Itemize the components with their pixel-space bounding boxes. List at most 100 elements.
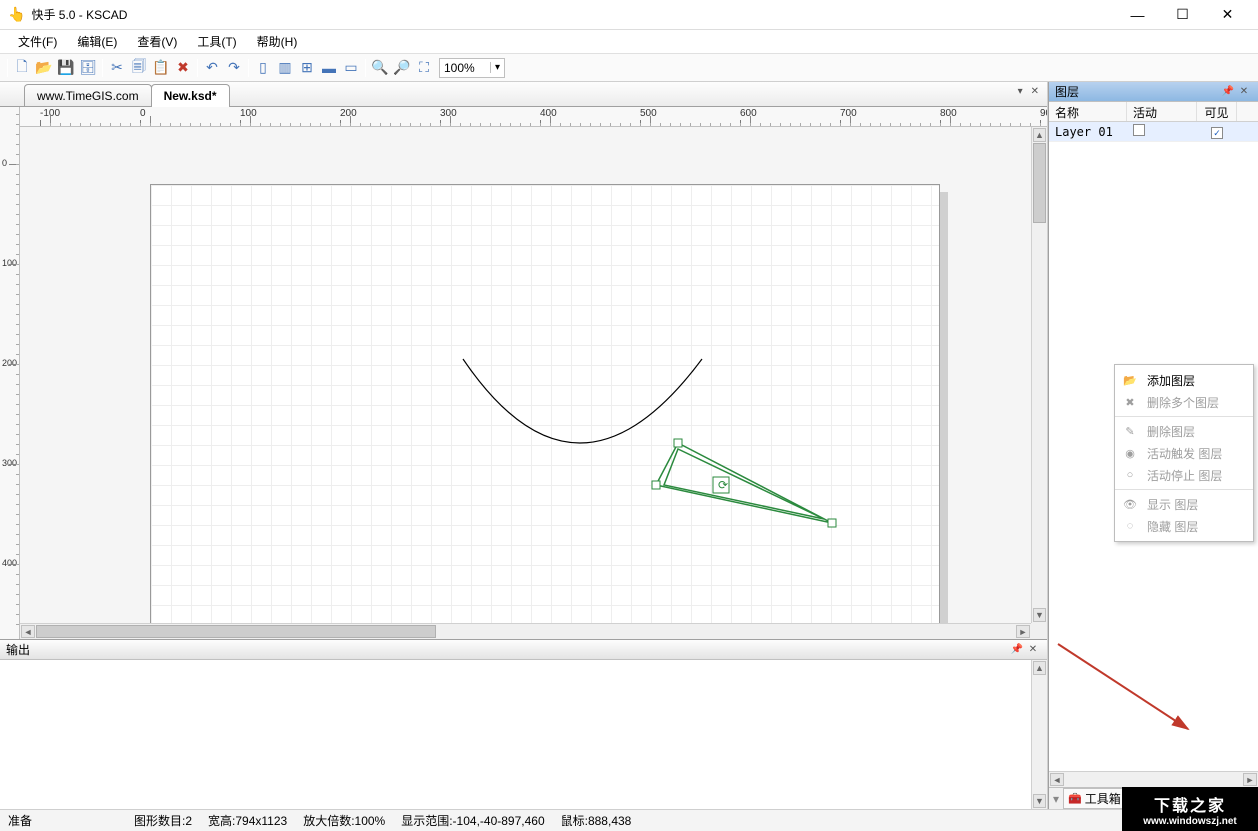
chevron-down-icon[interactable]: ▾: [490, 62, 504, 73]
zoom-input[interactable]: [440, 61, 490, 75]
layers-panel-column: 图层 📌 ✕ 名称 活动 可见 Layer 01 ✓ ◄ ► ▾ 🧰 工具箱 ⚙: [1048, 82, 1258, 809]
tab-label: www.TimeGIS.com: [37, 89, 139, 103]
cm-label: 隐藏 图层: [1147, 518, 1198, 535]
delete-layer-icon: ✎: [1123, 425, 1137, 438]
zoom-out-icon[interactable]: 🔎: [391, 57, 413, 79]
layer-name: Layer 01: [1049, 123, 1127, 141]
menu-edit[interactable]: 编辑(E): [67, 31, 127, 52]
menu-help[interactable]: 帮助(H): [247, 31, 308, 52]
save-all-icon[interactable]: 🗄: [77, 57, 99, 79]
status-bar: 准备 图形数目:2 宽高:794x1123 放大倍数:100% 显示范围:-10…: [0, 809, 1258, 831]
layers-header-row: 名称 活动 可见: [1049, 102, 1258, 122]
align-icon-1[interactable]: ▯: [252, 57, 274, 79]
watermark-line2: www.windowszj.net: [1143, 816, 1237, 827]
close-button[interactable]: ✕: [1205, 0, 1250, 29]
scroll-right-icon[interactable]: ►: [1243, 773, 1257, 786]
toolbox-tab[interactable]: 🧰 工具箱: [1063, 788, 1126, 809]
layers-grid: 名称 活动 可见 Layer 01 ✓: [1049, 102, 1258, 142]
menu-file[interactable]: 文件(F): [8, 31, 67, 52]
show-icon: 👁: [1123, 498, 1137, 511]
status-mouse: 鼠标:888,438: [561, 812, 632, 829]
vertical-ruler: 0100200300400: [0, 107, 20, 639]
cm-add-layer[interactable]: 📂 添加图层: [1115, 369, 1253, 391]
window-controls: — ☐ ✕: [1115, 0, 1250, 29]
maximize-button[interactable]: ☐: [1160, 0, 1205, 29]
scroll-left-icon[interactable]: ◄: [21, 625, 35, 638]
watermark: 下载之家 www.windowszj.net: [1122, 787, 1258, 831]
cm-delete-layer: ✎删除图层: [1115, 420, 1253, 442]
menu-tools[interactable]: 工具(T): [187, 31, 246, 52]
vertical-scrollbar[interactable]: ▲ ▼: [1031, 660, 1047, 809]
tab-timegis[interactable]: www.TimeGIS.com: [24, 84, 152, 106]
output-body[interactable]: ▲ ▼: [0, 660, 1047, 809]
vertical-scrollbar[interactable]: ▲ ▼: [1031, 127, 1047, 623]
save-icon[interactable]: 💾: [55, 57, 77, 79]
col-name-header[interactable]: 名称: [1049, 102, 1127, 121]
zoom-fit-icon[interactable]: ⛶: [413, 57, 435, 79]
close-icon[interactable]: ✕: [1236, 86, 1252, 97]
cm-activate-layer: ◉ 活动触发 图层: [1115, 442, 1253, 464]
status-zoom: 放大倍数:100%: [303, 812, 385, 829]
layers-panel-title: 图层: [1055, 83, 1220, 100]
menu-view[interactable]: 查看(V): [127, 31, 187, 52]
new-icon[interactable]: 🗋: [11, 57, 33, 79]
undo-icon[interactable]: ↶: [201, 57, 223, 79]
delete-multi-icon: ✖: [1123, 396, 1137, 409]
page: [150, 184, 940, 623]
cm-label: 显示 图层: [1147, 496, 1198, 513]
deactivate-icon: ○: [1123, 469, 1137, 481]
col-visible-header[interactable]: 可见: [1197, 102, 1237, 121]
align-icon-3[interactable]: ⊞: [296, 57, 318, 79]
scroll-thumb[interactable]: [36, 625, 436, 638]
redo-icon[interactable]: ↷: [223, 57, 245, 79]
tab-newksd[interactable]: New.ksd*: [151, 84, 230, 106]
horizontal-ruler: -1000100200300400500600700800900: [20, 107, 1047, 127]
canvas-area: 0100200300400 -1000100200300400500600700…: [0, 107, 1047, 639]
scroll-up-icon[interactable]: ▲: [1033, 661, 1046, 675]
cm-label: 添加图层: [1147, 372, 1195, 389]
tab-close-icon[interactable]: ✕: [1029, 86, 1041, 97]
cut-icon[interactable]: ✂: [106, 57, 128, 79]
layer-row[interactable]: Layer 01 ✓: [1049, 122, 1258, 142]
add-layer-icon: 📂: [1123, 374, 1137, 387]
scroll-left-icon[interactable]: ◄: [1050, 773, 1064, 786]
tab-dropdown-icon[interactable]: ▾: [1016, 86, 1025, 97]
menu-bar: 文件(F) 编辑(E) 查看(V) 工具(T) 帮助(H): [0, 30, 1258, 54]
visible-checkbox[interactable]: ✓: [1211, 127, 1223, 139]
copy-icon[interactable]: 🗐: [128, 57, 150, 79]
horizontal-scrollbar[interactable]: ◄ ►: [20, 623, 1031, 639]
col-active-header[interactable]: 活动: [1127, 102, 1197, 121]
align-icon-5[interactable]: ▭: [340, 57, 362, 79]
scroll-thumb[interactable]: [1033, 143, 1046, 223]
chevron-down-icon[interactable]: ▾: [1053, 792, 1059, 806]
panel-horizontal-scrollbar[interactable]: ◄ ►: [1049, 771, 1258, 787]
scroll-up-icon[interactable]: ▲: [1033, 128, 1046, 142]
align-icon-4[interactable]: ▬: [318, 57, 340, 79]
scroll-right-icon[interactable]: ►: [1016, 625, 1030, 638]
pin-icon[interactable]: 📌: [1220, 86, 1236, 97]
delete-icon[interactable]: ✖: [172, 57, 194, 79]
align-icon-2[interactable]: ▥: [274, 57, 296, 79]
minimize-button[interactable]: —: [1115, 0, 1160, 29]
zoom-in-icon[interactable]: 🔍: [369, 57, 391, 79]
close-icon[interactable]: ✕: [1025, 644, 1041, 655]
scroll-down-icon[interactable]: ▼: [1033, 608, 1046, 622]
scroll-down-icon[interactable]: ▼: [1033, 794, 1046, 808]
open-icon[interactable]: 📂: [33, 57, 55, 79]
layer-context-menu: 📂 添加图层 ✖ 删除多个图层 ✎删除图层 ◉ 活动触发 图层 ○ 活动停止 图层 👁 显…: [1114, 364, 1254, 542]
activate-icon: ◉: [1123, 447, 1137, 460]
window-title: 快手 5.0 - KSCAD: [31, 6, 1115, 23]
cm-label: 删除多个图层: [1147, 394, 1219, 411]
cm-label: 活动触发 图层: [1147, 445, 1222, 462]
zoom-combo[interactable]: ▾: [439, 58, 505, 78]
active-checkbox[interactable]: [1133, 124, 1145, 136]
cm-label: 活动停止 图层: [1147, 467, 1222, 484]
pin-icon[interactable]: 📌: [1009, 644, 1025, 655]
drawing-canvas[interactable]: ⟳: [20, 127, 1031, 623]
paste-icon[interactable]: 📋: [150, 57, 172, 79]
watermark-line1: 下载之家: [1154, 792, 1226, 816]
cm-delete-multi: ✖ 删除多个图层: [1115, 391, 1253, 413]
tab-label: New.ksd*: [164, 89, 217, 103]
grid: [151, 185, 939, 623]
status-view-range: 显示范围:-104,-40-897,460: [401, 812, 544, 829]
